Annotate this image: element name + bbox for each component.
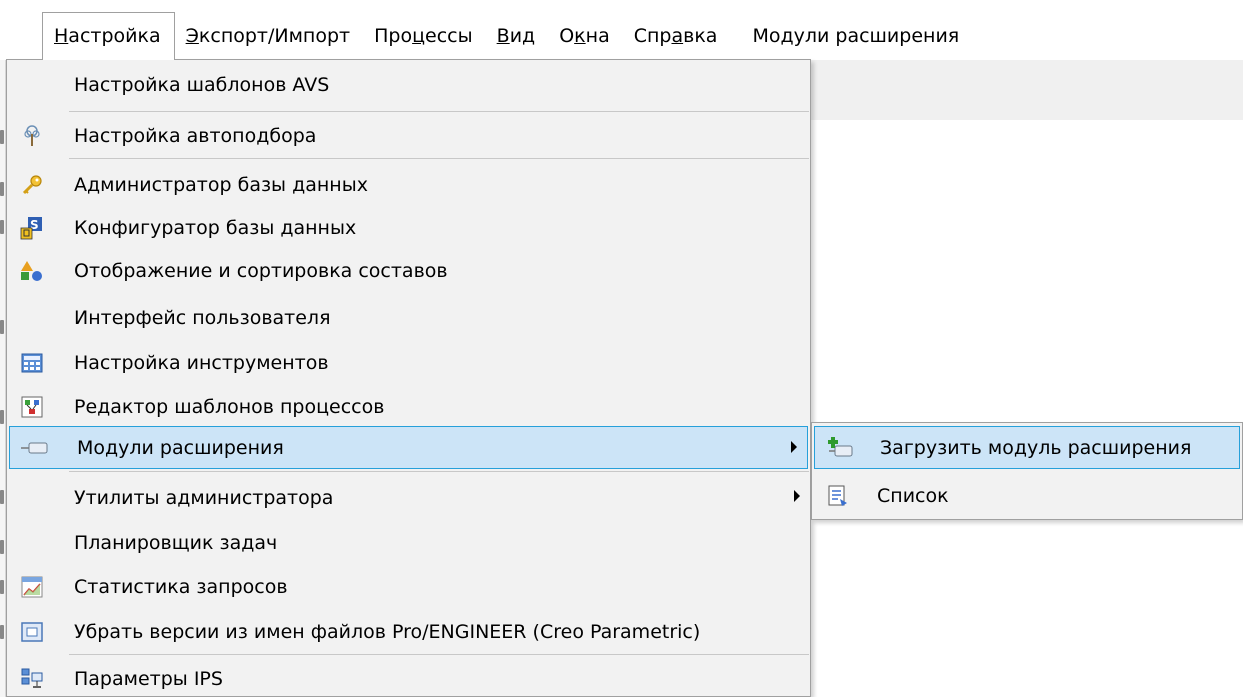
menu-export-import[interactable]: Экспорт/Импорт — [175, 13, 364, 60]
menu-item-label: Отображение и сортировка составов — [74, 259, 448, 282]
menu-windows[interactable]: Окна — [548, 13, 623, 60]
menu-processes[interactable]: Процессы — [363, 13, 486, 60]
menu-item-label: Параметры IPS — [74, 667, 223, 690]
load-plugin-icon — [815, 426, 867, 469]
process-template-icon — [7, 385, 57, 428]
menu-item-process-template-editor[interactable]: Редактор шаблонов процессов — [7, 385, 810, 428]
db-config-icon: S — [7, 206, 57, 249]
submenu-arrow-icon — [791, 441, 797, 453]
stats-icon — [7, 565, 57, 608]
menu-item-composition-display[interactable]: Отображение и сортировка составов — [7, 249, 810, 292]
menubar: Настройка Экспорт/Импорт Процессы Вид Ок… — [0, 0, 1243, 60]
menu-view[interactable]: Вид — [486, 13, 549, 60]
extension-modules-submenu: Загрузить модуль расширения Список — [811, 422, 1243, 520]
menu-item-tools-settings[interactable]: Настройка инструментов — [7, 341, 810, 384]
tree-icon — [7, 114, 57, 157]
submenu-item-label: Список — [877, 484, 949, 507]
menu-item-label: Модули расширения — [77, 436, 284, 459]
menu-item-label: Настройка инструментов — [74, 351, 329, 374]
menu-item-label: Редактор шаблонов процессов — [74, 395, 385, 418]
plugin-icon — [10, 426, 60, 469]
menu-item-db-admin[interactable]: Администратор базы данных — [7, 163, 810, 206]
shapes-icon — [7, 249, 57, 292]
settings-dropdown-menu: Настройка шаблонов AVS Настройка автопод… — [6, 59, 811, 697]
menu-item-user-interface[interactable]: Интерфейс пользователя — [7, 296, 810, 339]
menu-item-task-scheduler[interactable]: Планировщик задач — [7, 521, 810, 564]
menu-item-label: Настройка автоподбора — [74, 124, 317, 147]
menu-separator — [69, 111, 809, 112]
menu-item-label: Убрать версии из имен файлов Pro/ENGINEE… — [74, 620, 701, 643]
submenu-item-list[interactable]: Список — [812, 474, 1242, 517]
menu-extension-modules[interactable]: Модули расширения — [730, 13, 972, 60]
key-icon — [7, 163, 57, 206]
menu-item-admin-utilities[interactable]: Утилиты администратора — [7, 476, 810, 519]
menu-item-label: Настройка шаблонов AVS — [74, 73, 330, 96]
menu-item-label: Администратор базы данных — [74, 173, 368, 196]
menu-item-query-statistics[interactable]: Статистика запросов — [7, 565, 810, 608]
network-icon — [7, 657, 57, 697]
calculator-icon — [7, 341, 57, 384]
menu-help[interactable]: Справка — [623, 13, 731, 60]
menu-item-label: Интерфейс пользователя — [74, 306, 331, 329]
menu-separator — [69, 471, 809, 472]
menu-separator — [69, 654, 809, 655]
submenu-item-load-module[interactable]: Загрузить модуль расширения — [814, 426, 1240, 469]
menu-item-label: Конфигуратор базы данных — [74, 216, 357, 239]
menu-item-label: Утилиты администратора — [74, 486, 334, 509]
menu-item-remove-versions[interactable]: Убрать версии из имен файлов Pro/ENGINEE… — [7, 610, 810, 653]
menu-nastroika[interactable]: Настройка — [42, 12, 175, 60]
menu-item-db-configurator[interactable]: S Конфигуратор базы данных — [7, 206, 810, 249]
menu-item-label: Статистика запросов — [74, 575, 288, 598]
list-icon — [812, 474, 864, 517]
menu-item-label: Планировщик задач — [74, 531, 278, 554]
menu-separator — [69, 158, 809, 159]
menu-item-extension-modules[interactable]: Модули расширения — [9, 426, 808, 469]
menu-item-avs-templates[interactable]: Настройка шаблонов AVS — [7, 63, 810, 106]
menu-item-ips-parameters[interactable]: Параметры IPS — [7, 657, 810, 697]
submenu-item-label: Загрузить модуль расширения — [880, 436, 1192, 459]
submenu-arrow-icon — [794, 490, 800, 502]
menu-item-autoselect[interactable]: Настройка автоподбора — [7, 114, 810, 157]
window-icon — [7, 610, 57, 653]
